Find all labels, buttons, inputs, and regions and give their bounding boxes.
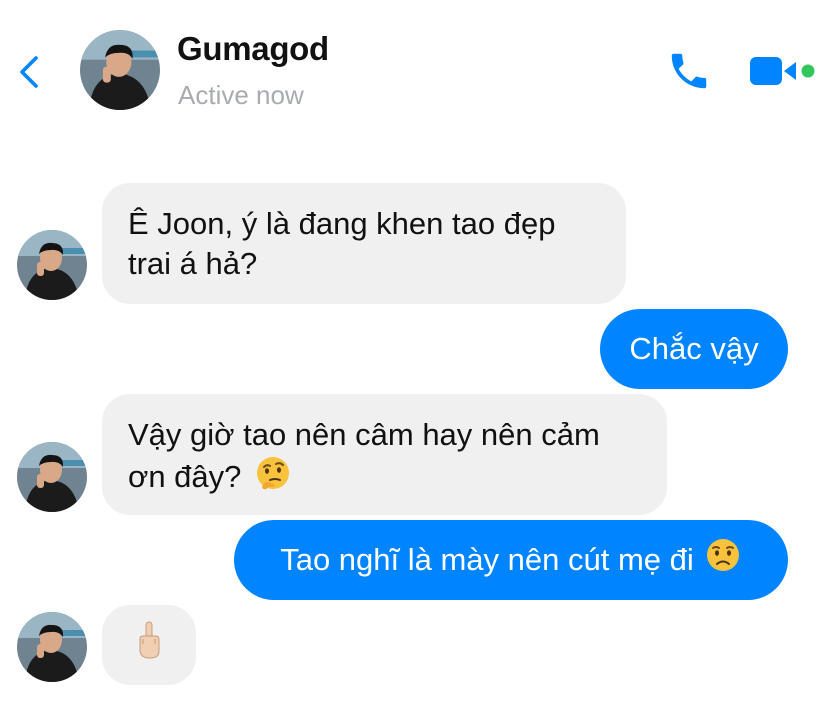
phone-icon bbox=[671, 53, 707, 89]
message-text: Tao nghĩ là mày nên cút mẹ đi bbox=[280, 542, 694, 577]
incoming-message[interactable]: Vậy giờ tao nên câm hay nên cảm ơn đây? bbox=[102, 394, 667, 515]
outgoing-message[interactable]: Tao nghĩ là mày nên cút mẹ đi bbox=[234, 520, 788, 600]
sender-avatar[interactable] bbox=[17, 442, 87, 512]
contact-avatar[interactable] bbox=[80, 30, 160, 110]
outgoing-message[interactable]: Chắc vậy bbox=[600, 309, 788, 389]
back-button[interactable] bbox=[14, 50, 48, 94]
incoming-message[interactable] bbox=[102, 605, 196, 685]
worried-face-icon bbox=[704, 536, 742, 584]
active-status: Active now bbox=[178, 80, 304, 110]
chat-header: Gumagod Active now bbox=[0, 0, 828, 130]
audio-call-button[interactable] bbox=[666, 48, 712, 94]
sender-avatar[interactable] bbox=[17, 612, 87, 682]
sender-avatar[interactable] bbox=[17, 230, 87, 300]
middle-finger-icon bbox=[134, 619, 164, 671]
video-call-button[interactable] bbox=[748, 52, 820, 90]
chevron-left-icon bbox=[20, 56, 38, 88]
incoming-message[interactable]: Ê Joon, ý là đang khen tao đẹp trai á hả… bbox=[102, 183, 626, 304]
video-camera-icon bbox=[750, 57, 815, 85]
message-text: Ê Joon, ý là đang khen tao đẹp trai á hả… bbox=[128, 206, 556, 281]
message-text: Vậy giờ tao nên câm hay nên cảm ơn đây? bbox=[128, 417, 600, 495]
message-text: Chắc vậy bbox=[629, 331, 759, 366]
online-indicator-icon bbox=[801, 64, 815, 78]
thinking-face-icon bbox=[254, 455, 292, 503]
contact-name: Gumagod bbox=[177, 30, 329, 67]
